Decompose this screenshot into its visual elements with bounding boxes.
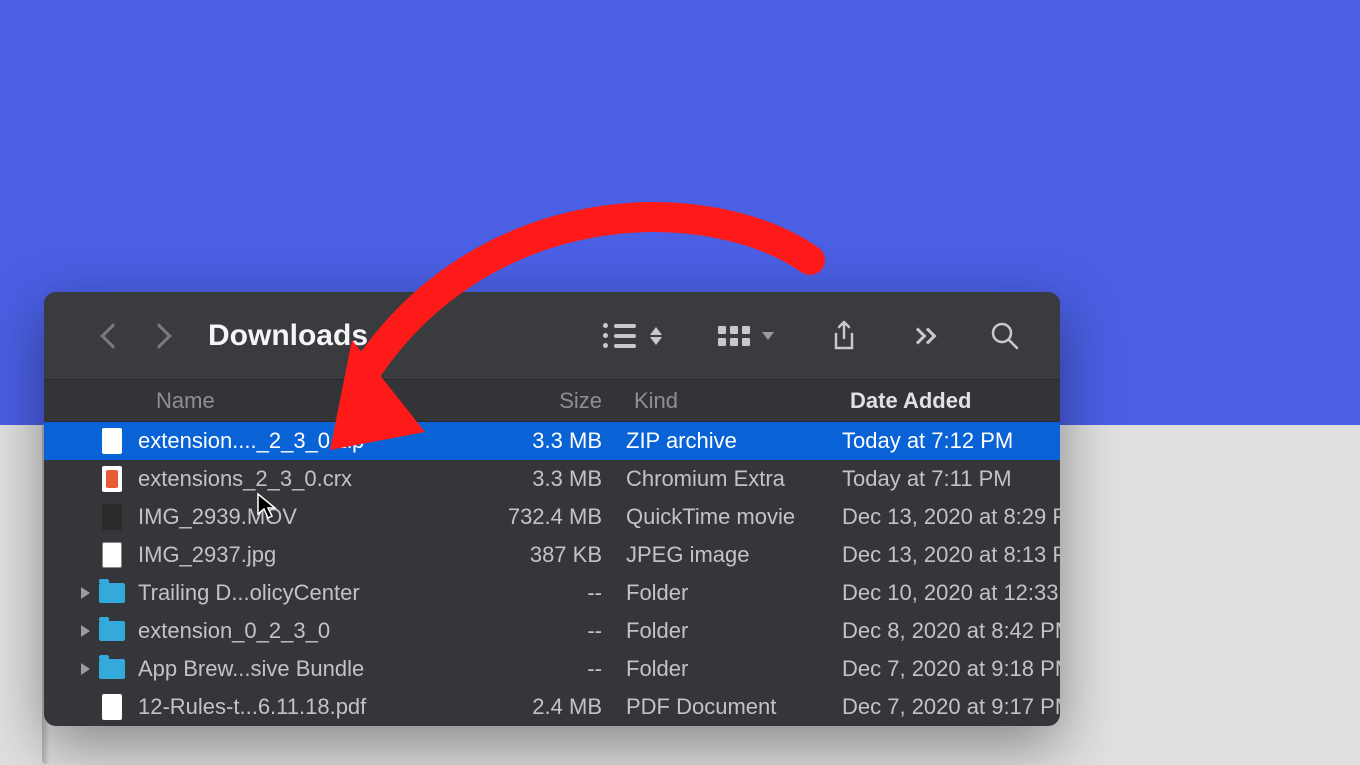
folder-icon xyxy=(99,659,125,679)
file-size: 2.4 MB xyxy=(450,694,626,720)
file-date: Dec 8, 2020 at 8:42 PM xyxy=(842,618,1060,644)
file-kind: Folder xyxy=(626,618,842,644)
file-size: 387 KB xyxy=(450,542,626,568)
file-size: -- xyxy=(450,656,626,682)
file-list: extension...._2_3_0.zip3.3 MBZIP archive… xyxy=(44,422,1060,726)
column-header-kind[interactable]: Kind xyxy=(626,388,842,414)
file-row[interactable]: IMG_2939.MOV732.4 MBQuickTime movieDec 1… xyxy=(44,498,1060,536)
file-icon-cell xyxy=(96,542,128,568)
file-size: -- xyxy=(450,580,626,606)
finder-window: Downloads xyxy=(44,292,1060,726)
pdf-file-icon xyxy=(102,694,122,720)
share-icon xyxy=(830,320,858,352)
window-title: Downloads xyxy=(208,319,368,353)
list-view-icon xyxy=(603,323,636,348)
disclosure-triangle-icon[interactable] xyxy=(81,663,90,675)
view-list-button[interactable] xyxy=(603,323,662,348)
file-icon-cell xyxy=(96,621,128,641)
file-row[interactable]: extension...._2_3_0.zip3.3 MBZIP archive… xyxy=(44,422,1060,460)
more-button[interactable] xyxy=(914,330,934,342)
file-date: Dec 7, 2020 at 9:17 PM xyxy=(842,694,1060,720)
column-header-size[interactable]: Size xyxy=(450,388,626,414)
file-date: Dec 13, 2020 at 8:13 P xyxy=(842,542,1060,568)
file-date: Dec 13, 2020 at 8:29 P xyxy=(842,504,1060,530)
file-size: 3.3 MB xyxy=(450,428,626,454)
file-name: extension_0_2_3_0 xyxy=(128,618,450,644)
file-date: Dec 7, 2020 at 9:18 PM xyxy=(842,656,1060,682)
file-icon-cell xyxy=(96,428,128,454)
file-kind: QuickTime movie xyxy=(626,504,842,530)
more-icon xyxy=(914,330,934,342)
file-kind: Chromium Extra xyxy=(626,466,842,492)
file-row[interactable]: IMG_2937.jpg387 KBJPEG imageDec 13, 2020… xyxy=(44,536,1060,574)
nav-buttons xyxy=(104,327,168,345)
file-name: IMG_2937.jpg xyxy=(128,542,450,568)
file-size: 732.4 MB xyxy=(450,504,626,530)
crx-file-icon xyxy=(102,466,122,492)
folder-icon xyxy=(99,583,125,603)
jpg-file-icon xyxy=(102,542,122,568)
file-row[interactable]: App Brew...sive Bundle--FolderDec 7, 202… xyxy=(44,650,1060,688)
file-kind: Folder xyxy=(626,656,842,682)
file-icon-cell xyxy=(96,583,128,603)
file-row[interactable]: extension_0_2_3_0--FolderDec 8, 2020 at … xyxy=(44,612,1060,650)
file-name: extensions_2_3_0.crx xyxy=(128,466,450,492)
mov-file-icon xyxy=(102,504,122,530)
toolbar: Downloads xyxy=(44,292,1060,380)
file-kind: JPEG image xyxy=(626,542,842,568)
file-icon-cell xyxy=(96,466,128,492)
file-icon-cell xyxy=(96,504,128,530)
folder-icon xyxy=(99,621,125,641)
disclosure-cell xyxy=(44,625,96,637)
file-date: Today at 7:12 PM xyxy=(842,428,1060,454)
file-name: App Brew...sive Bundle xyxy=(128,656,450,682)
toolbar-actions xyxy=(603,320,1020,352)
search-button[interactable] xyxy=(990,321,1020,351)
column-header-name[interactable]: Name xyxy=(44,388,450,414)
file-size: -- xyxy=(450,618,626,644)
file-row[interactable]: extensions_2_3_0.crx3.3 MBChromium Extra… xyxy=(44,460,1060,498)
view-switcher-icon xyxy=(650,327,662,345)
file-name: 12-Rules-t...6.11.18.pdf xyxy=(128,694,450,720)
file-name: IMG_2939.MOV xyxy=(128,504,450,530)
group-by-button[interactable] xyxy=(718,326,774,346)
file-size: 3.3 MB xyxy=(450,466,626,492)
file-kind: PDF Document xyxy=(626,694,842,720)
disclosure-triangle-icon[interactable] xyxy=(81,587,90,599)
search-icon xyxy=(990,321,1020,351)
disclosure-cell xyxy=(44,587,96,599)
file-name: extension...._2_3_0.zip xyxy=(128,428,450,454)
file-date: Today at 7:11 PM xyxy=(842,466,1060,492)
column-header-date[interactable]: Date Added xyxy=(842,388,1060,414)
columns-header: Name Size Kind Date Added xyxy=(44,380,1060,422)
disclosure-triangle-icon[interactable] xyxy=(81,625,90,637)
file-icon-cell xyxy=(96,694,128,720)
file-row[interactable]: Trailing D...olicyCenter--FolderDec 10, … xyxy=(44,574,1060,612)
file-row[interactable]: 12-Rules-t...6.11.18.pdf2.4 MBPDF Docume… xyxy=(44,688,1060,726)
forward-button[interactable] xyxy=(146,323,171,348)
file-kind: Folder xyxy=(626,580,842,606)
file-date: Dec 10, 2020 at 12:33 xyxy=(842,580,1060,606)
back-button[interactable] xyxy=(100,323,125,348)
file-kind: ZIP archive xyxy=(626,428,842,454)
zip-file-icon xyxy=(102,428,122,454)
file-icon-cell xyxy=(96,659,128,679)
chevron-down-icon xyxy=(762,332,774,340)
disclosure-cell xyxy=(44,663,96,675)
file-name: Trailing D...olicyCenter xyxy=(128,580,450,606)
group-icon xyxy=(718,326,750,346)
share-button[interactable] xyxy=(830,320,858,352)
